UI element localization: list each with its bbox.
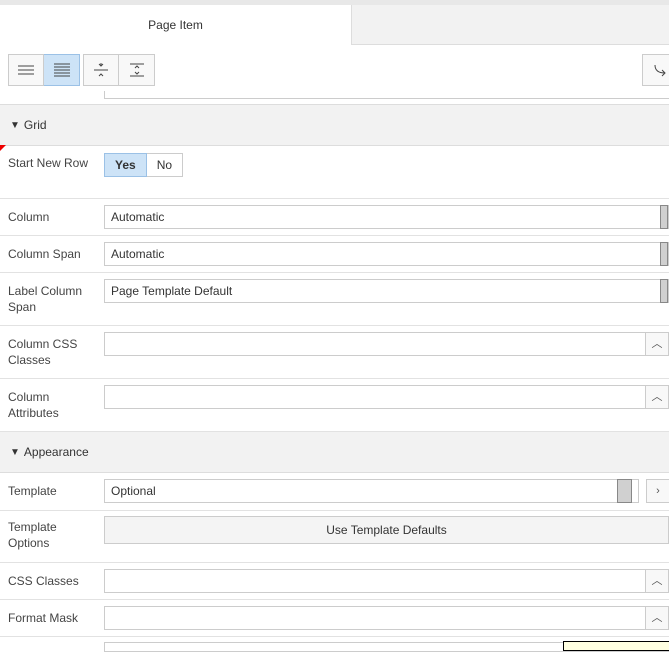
field-label: Template <box>8 484 57 498</box>
group-header-grid[interactable]: ▼ Grid <box>0 105 669 146</box>
single-line-view-button[interactable] <box>8 54 44 86</box>
dropdown-arrow-icon[interactable] <box>617 479 632 503</box>
column-attributes-input[interactable]: ︿ <box>104 385 669 409</box>
tab-page-item[interactable]: Page Item <box>0 5 351 45</box>
field-label: Format Mask <box>8 611 79 625</box>
partial-row <box>0 91 669 105</box>
expand-caret-icon[interactable]: ︿ <box>645 385 669 409</box>
row-start-new-row: Start New Row Yes No <box>0 146 669 199</box>
row-column: Column Automatic <box>0 199 669 236</box>
select-value: Page Template Default <box>111 284 233 298</box>
caret-down-icon: ▼ <box>10 446 20 458</box>
dropdown-arrow-icon[interactable] <box>660 242 668 266</box>
row-column-attributes: Column Attributes ︿ <box>0 379 669 432</box>
field-label: Column Span <box>8 247 81 261</box>
field-label: Column Attributes <box>8 390 59 420</box>
field-label: CSS Classes <box>8 574 79 588</box>
go-to-button[interactable] <box>642 54 669 86</box>
css-classes-input[interactable]: ︿ <box>104 569 669 593</box>
tab-bar-empty <box>351 5 669 45</box>
expand-icon <box>129 63 144 77</box>
expand-caret-icon[interactable]: ︿ <box>645 569 669 593</box>
go-to-group <box>642 54 669 86</box>
field-label: Column <box>8 210 50 224</box>
column-span-select[interactable]: Automatic <box>104 242 669 266</box>
expand-all-button[interactable] <box>119 54 155 86</box>
row-column-css-classes: Column CSS Classes ︿ <box>0 326 669 379</box>
yes-option[interactable]: Yes <box>104 153 147 177</box>
field-label: Label Column Span <box>8 284 83 314</box>
tooltip <box>563 641 669 651</box>
yes-no-toggle: Yes No <box>104 153 184 177</box>
format-mask-input[interactable]: ︿ <box>104 606 669 630</box>
field-label: Start New Row <box>8 156 89 170</box>
row-template: Template Optional › <box>0 473 669 511</box>
dropdown-arrow-icon[interactable] <box>660 205 668 229</box>
select-value: Optional <box>111 484 156 498</box>
column-css-classes-input[interactable]: ︿ <box>104 332 669 356</box>
lines-icon <box>18 65 34 75</box>
expand-caret-icon[interactable]: ︿ <box>645 606 669 630</box>
field-label: Column CSS Classes <box>8 337 78 367</box>
use-template-defaults-button[interactable]: Use Template Defaults <box>104 516 669 544</box>
field-label: Template Options <box>8 520 57 550</box>
view-toggle-group <box>8 54 80 86</box>
expand-collapse-group <box>83 54 155 86</box>
template-select[interactable]: Optional <box>104 479 639 503</box>
row-column-span: Column Span Automatic <box>0 236 669 273</box>
caret-down-icon: ▼ <box>10 119 20 131</box>
collapse-icon <box>94 63 108 77</box>
group-title: Grid <box>23 118 47 132</box>
redirect-arrow-icon <box>654 64 666 77</box>
row-template-options: Template Options Use Template Defaults <box>0 511 669 563</box>
row-css-classes: CSS Classes ︿ <box>0 563 669 600</box>
row-format-mask: Format Mask ︿ <box>0 600 669 637</box>
group-header-appearance[interactable]: ▼ Appearance <box>0 432 669 473</box>
open-template-button[interactable]: › <box>646 479 669 503</box>
expand-caret-icon[interactable]: ︿ <box>645 332 669 356</box>
collapse-all-button[interactable] <box>83 54 119 86</box>
group-title: Appearance <box>23 445 89 459</box>
dense-lines-icon <box>53 63 70 77</box>
select-value: Automatic <box>111 210 165 224</box>
row-label-column-span: Label Column Span Page Template Default <box>0 273 669 326</box>
dropdown-arrow-icon[interactable] <box>660 279 668 303</box>
select-value: Automatic <box>111 247 165 261</box>
no-option[interactable]: No <box>146 153 184 177</box>
column-select[interactable]: Automatic <box>104 205 669 229</box>
multi-line-view-button[interactable] <box>44 54 80 86</box>
label-column-span-select[interactable]: Page Template Default <box>104 279 669 303</box>
